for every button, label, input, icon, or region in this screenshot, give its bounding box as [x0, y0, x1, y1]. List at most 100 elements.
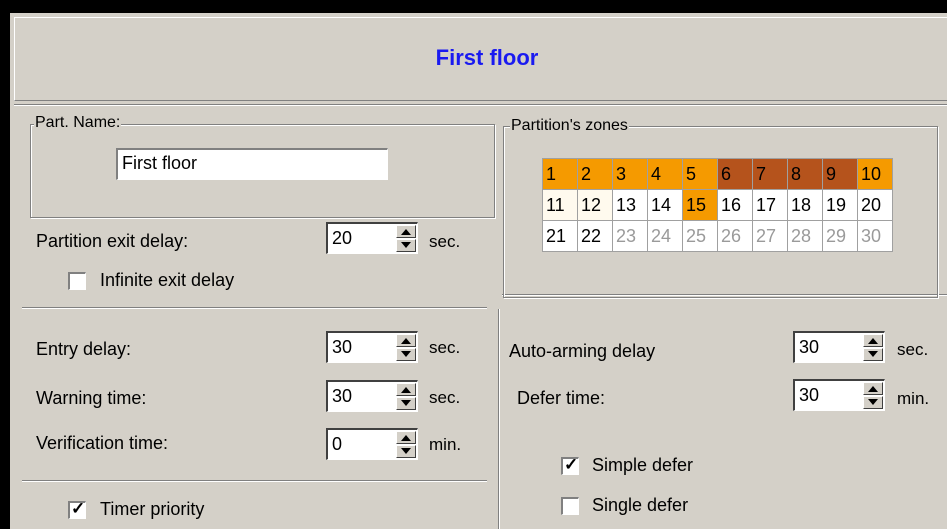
spin-down-button[interactable]	[863, 396, 883, 409]
zone-cell[interactable]: 6	[718, 159, 753, 190]
timer-priority-checkbox[interactable]: ✓	[68, 499, 86, 519]
zone-cell[interactable]: 7	[753, 159, 788, 190]
entry-delay-label: Entry delay:	[36, 339, 132, 359]
defer-time-spinner[interactable]: 30	[793, 379, 885, 411]
arrow-down-icon	[868, 399, 878, 405]
defer-time-value: 30	[799, 385, 820, 405]
exit-delay-value: 20	[332, 228, 353, 248]
verification-time-unit: min.	[429, 435, 462, 454]
exit-delay-unit: sec.	[429, 232, 461, 251]
zone-cell[interactable]: 22	[578, 221, 613, 252]
arrow-up-icon	[868, 338, 878, 344]
single-defer-label: Single defer	[592, 495, 689, 515]
separator	[22, 481, 487, 482]
spin-up-button[interactable]	[396, 383, 416, 396]
zone-cell[interactable]: 9	[823, 159, 858, 190]
zone-cell[interactable]: 28	[788, 221, 823, 252]
single-defer-checkbox[interactable]	[561, 497, 579, 515]
arrow-up-icon	[401, 338, 411, 344]
zone-cell[interactable]: 19	[823, 190, 858, 221]
arrow-up-icon	[868, 386, 878, 392]
spin-up-button[interactable]	[396, 225, 416, 238]
zone-cell[interactable]: 13	[613, 190, 648, 221]
spin-up-button[interactable]	[396, 334, 416, 347]
zone-cell[interactable]: 16	[718, 190, 753, 221]
verification-time-value: 0	[332, 434, 343, 454]
zone-cell[interactable]: 23	[613, 221, 648, 252]
arrow-down-icon	[401, 400, 411, 406]
window-frame: First floor Part. Name: First floor Part…	[0, 0, 947, 529]
zone-cell[interactable]: 26	[718, 221, 753, 252]
part-name-value: First floor	[122, 153, 198, 173]
spin-down-button[interactable]	[396, 445, 416, 458]
zone-cell[interactable]: 27	[753, 221, 788, 252]
part-name-input[interactable]: First floor	[116, 148, 388, 180]
spin-down-button[interactable]	[863, 348, 883, 361]
header-bar: First floor	[14, 17, 947, 101]
simple-defer-label: Simple defer	[592, 455, 694, 475]
separator	[499, 309, 500, 529]
partition-title: First floor	[435, 45, 539, 70]
auto-arming-delay-spinner[interactable]: 30	[793, 331, 885, 363]
entry-delay-unit: sec.	[429, 338, 461, 357]
entry-delay-value: 30	[332, 337, 353, 357]
warning-time-unit: sec.	[429, 388, 461, 407]
infinite-exit-delay-checkbox[interactable]	[68, 272, 86, 290]
zone-cell[interactable]: 4	[648, 159, 683, 190]
zone-cell[interactable]: 5	[683, 159, 718, 190]
spin-up-button[interactable]	[396, 431, 416, 444]
zone-cell[interactable]: 10	[858, 159, 893, 190]
separator	[22, 308, 487, 309]
zones-grid: 1 2 3 4 5 6 7 8 9 10 11 12 13 14 15 16 17 18 19 20 21 22 23 24 2…	[542, 158, 893, 252]
auto-arming-delay-label: Auto-arming delay	[509, 341, 656, 361]
zone-cell[interactable]: 8	[788, 159, 823, 190]
exit-delay-spinner[interactable]: 20	[326, 222, 418, 254]
zone-cell[interactable]: 12	[578, 190, 613, 221]
zones-label: Partition's zones	[510, 117, 629, 135]
separator	[14, 105, 947, 106]
zone-cell[interactable]: 25	[683, 221, 718, 252]
arrow-down-icon	[401, 448, 411, 454]
arrow-down-icon	[401, 242, 411, 248]
checkmark-icon: ✓	[71, 499, 86, 518]
arrow-down-icon	[401, 351, 411, 357]
part-name-label: Part. Name:	[34, 114, 122, 132]
zone-cell[interactable]: 3	[613, 159, 648, 190]
verification-time-label: Verification time:	[36, 433, 169, 453]
auto-arming-delay-unit: sec.	[897, 340, 929, 359]
spin-up-button[interactable]	[863, 334, 883, 347]
zone-cell[interactable]: 15	[683, 190, 718, 221]
spin-down-button[interactable]	[396, 239, 416, 252]
entry-delay-spinner[interactable]: 30	[326, 331, 418, 363]
timer-priority-label: Timer priority	[100, 499, 205, 519]
zone-cell[interactable]: 2	[578, 159, 613, 190]
defer-time-unit: min.	[897, 389, 930, 408]
arrow-up-icon	[401, 435, 411, 441]
warning-time-spinner[interactable]: 30	[326, 380, 418, 412]
simple-defer-checkbox[interactable]: ✓	[561, 455, 579, 475]
defer-time-label: Defer time:	[517, 388, 606, 408]
zone-cell[interactable]: 21	[543, 221, 578, 252]
warning-time-label: Warning time:	[36, 388, 147, 408]
zone-cell[interactable]: 30	[858, 221, 893, 252]
spin-up-button[interactable]	[863, 382, 883, 395]
zone-cell[interactable]: 29	[823, 221, 858, 252]
verification-time-spinner[interactable]: 0	[326, 428, 418, 460]
arrow-up-icon	[401, 387, 411, 393]
warning-time-value: 30	[332, 386, 353, 406]
zone-cell[interactable]: 1	[543, 159, 578, 190]
auto-arming-delay-value: 30	[799, 337, 820, 357]
exit-delay-label: Partition exit delay:	[36, 231, 189, 251]
checkmark-icon: ✓	[564, 455, 579, 474]
infinite-exit-delay-label: Infinite exit delay	[100, 270, 235, 290]
spin-down-button[interactable]	[396, 348, 416, 361]
zone-cell[interactable]: 17	[753, 190, 788, 221]
zone-cell[interactable]: 14	[648, 190, 683, 221]
zone-cell[interactable]: 18	[788, 190, 823, 221]
zone-cell[interactable]: 20	[858, 190, 893, 221]
zone-cell[interactable]: 24	[648, 221, 683, 252]
arrow-down-icon	[868, 351, 878, 357]
zone-cell[interactable]: 11	[543, 190, 578, 221]
spin-down-button[interactable]	[396, 397, 416, 410]
arrow-up-icon	[401, 229, 411, 235]
